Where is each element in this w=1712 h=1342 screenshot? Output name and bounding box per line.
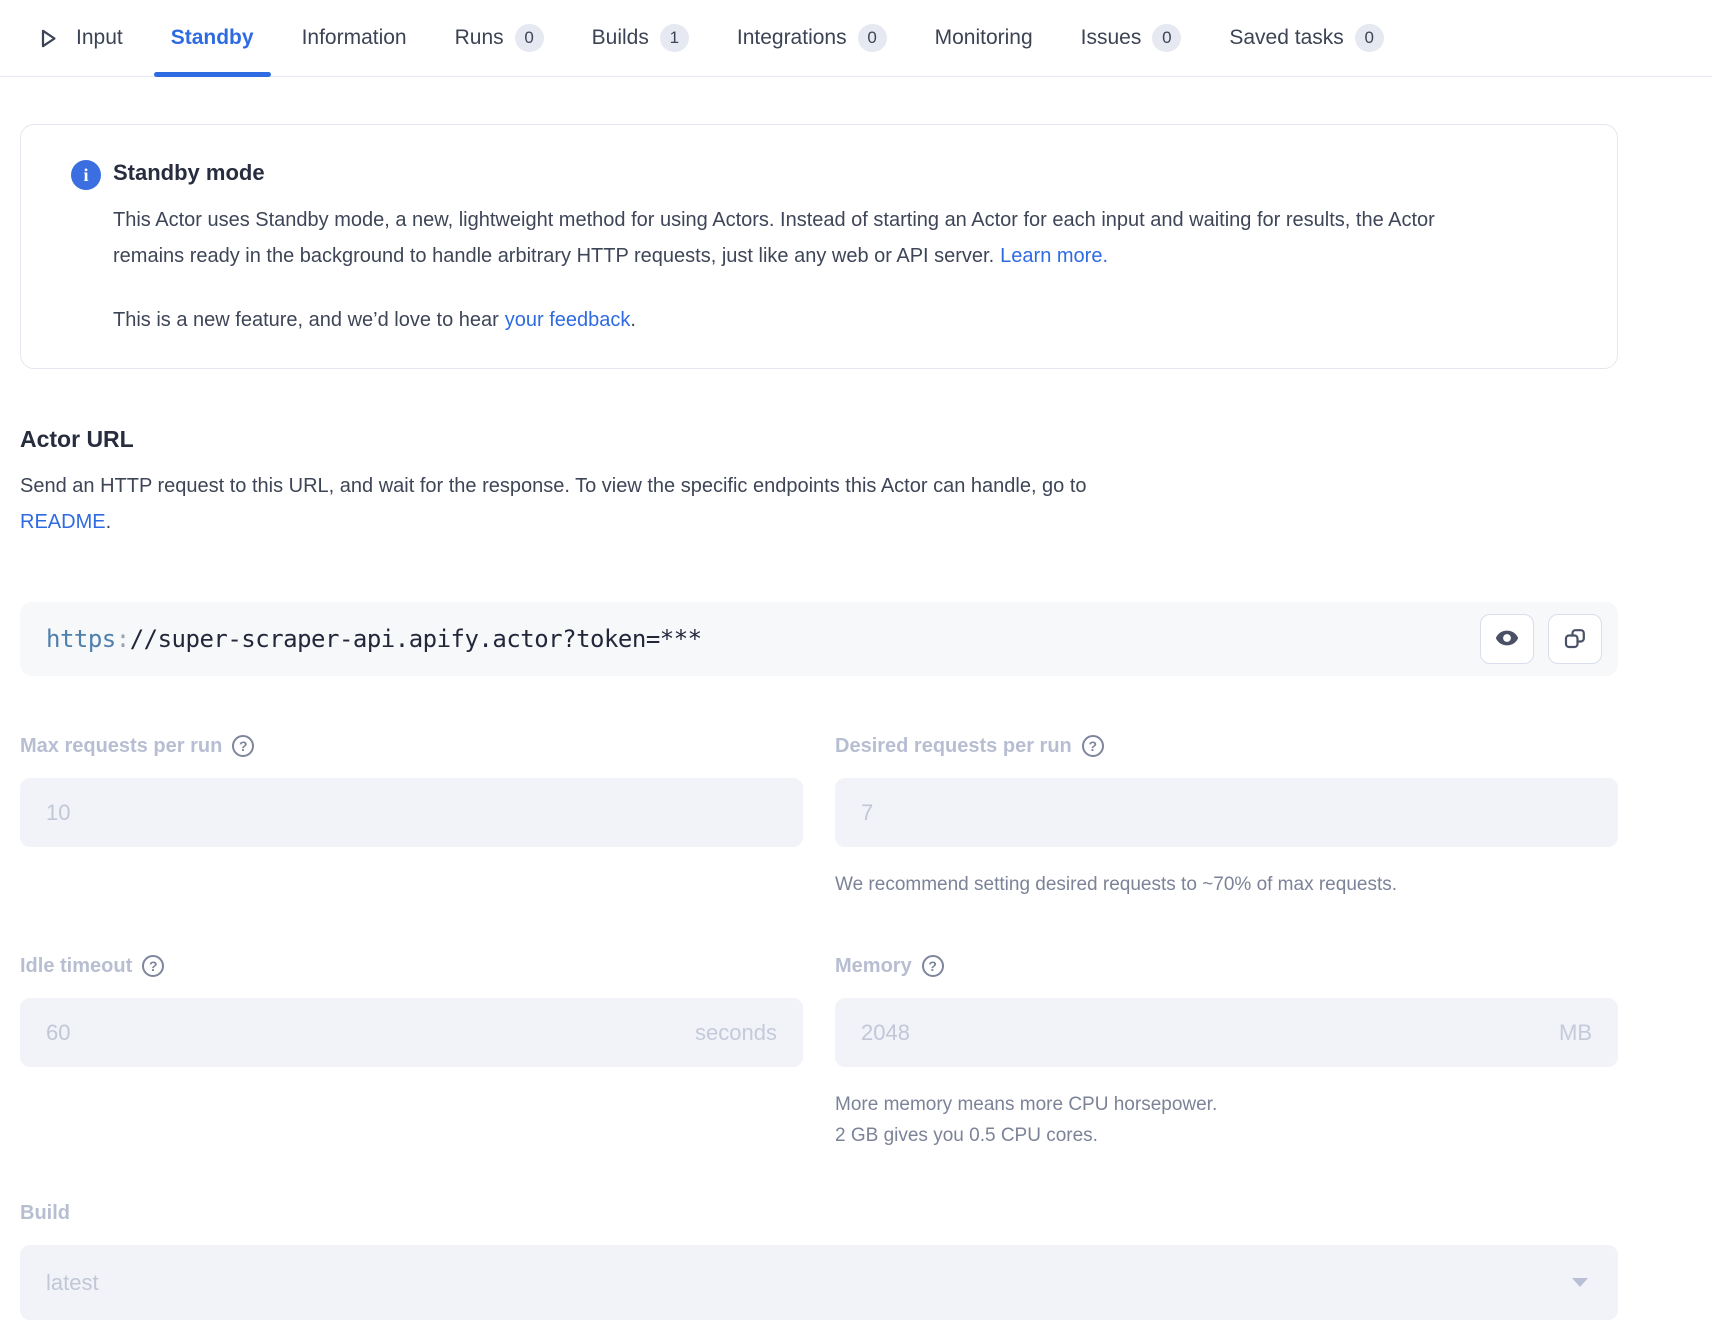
help-icon[interactable]: ? xyxy=(142,955,164,977)
max-requests-inputwrap xyxy=(20,778,803,847)
field-idle-timeout: Idle timeout ? seconds xyxy=(20,954,803,1151)
runs-count-badge: 0 xyxy=(515,24,544,52)
idle-timeout-input xyxy=(20,998,803,1067)
tab-issues[interactable]: Issues 0 xyxy=(1081,0,1182,76)
memory-help: More memory means more CPU horsepower. 2… xyxy=(835,1089,1618,1151)
tab-monitoring[interactable]: Monitoring xyxy=(935,0,1033,76)
feedback-link[interactable]: your feedback xyxy=(505,309,631,331)
max-requests-input xyxy=(20,778,803,847)
learn-more-link[interactable]: Learn more. xyxy=(1000,245,1108,267)
build-label: Build xyxy=(20,1201,70,1225)
tab-label-runs: Runs xyxy=(455,26,504,50)
notice-paragraph-2: This is a new feature, and we’d love to … xyxy=(113,302,1448,338)
tab-label-information: Information xyxy=(302,26,407,50)
readme-link[interactable]: README xyxy=(20,511,106,533)
form-row-1: Max requests per run ? Desired requests … xyxy=(20,734,1618,900)
desired-requests-input xyxy=(835,778,1618,847)
build-select: latest xyxy=(20,1245,1618,1320)
tab-label-builds: Builds xyxy=(592,26,649,50)
tab-label-input: Input xyxy=(76,26,123,50)
actor-url-description: Send an HTTP request to this URL, and wa… xyxy=(20,468,1500,540)
actor-url-description-suffix: . xyxy=(106,511,112,533)
tab-label-integrations: Integrations xyxy=(737,26,847,50)
memory-help-line-2: 2 GB gives you 0.5 CPU cores. xyxy=(835,1120,1618,1151)
integrations-count-badge: 0 xyxy=(858,24,887,52)
field-memory: Memory ? MB More memory means more CPU h… xyxy=(835,954,1618,1151)
standby-tab-content: i Standby mode This Actor uses Standby m… xyxy=(20,124,1618,1320)
url-rest: //super-scraper-api.apify.actor?token=**… xyxy=(130,625,702,653)
notice-title: Standby mode xyxy=(113,158,1557,188)
info-icon: i xyxy=(71,160,101,190)
idle-timeout-inputwrap: seconds xyxy=(20,998,803,1067)
chevron-down-icon xyxy=(1572,1278,1588,1287)
tab-input[interactable]: Input xyxy=(34,0,123,76)
actor-url-description-text: Send an HTTP request to this URL, and wa… xyxy=(20,475,1087,497)
notice-paragraph-2-suffix: . xyxy=(630,309,636,331)
field-desired-requests: Desired requests per run ? We recommend … xyxy=(835,734,1618,900)
url-separator: : xyxy=(116,625,130,653)
desired-requests-inputwrap xyxy=(835,778,1618,847)
memory-label: Memory xyxy=(835,954,912,978)
tab-builds[interactable]: Builds 1 xyxy=(592,0,689,76)
actor-url-value: https://super-scraper-api.apify.actor?to… xyxy=(46,625,1480,653)
tab-label-saved-tasks: Saved tasks xyxy=(1229,26,1343,50)
actor-url-bar: https://super-scraper-api.apify.actor?to… xyxy=(20,602,1618,676)
saved-tasks-count-badge: 0 xyxy=(1355,24,1384,52)
tab-label-standby: Standby xyxy=(171,26,254,50)
eye-icon xyxy=(1494,625,1520,654)
standby-mode-notice: i Standby mode This Actor uses Standby m… xyxy=(20,124,1618,369)
play-icon xyxy=(34,25,61,52)
max-requests-label: Max requests per run xyxy=(20,734,222,758)
actor-url-heading: Actor URL xyxy=(20,424,1618,454)
desired-requests-help: We recommend setting desired requests to… xyxy=(835,869,1618,900)
memory-inputwrap: MB xyxy=(835,998,1618,1067)
notice-paragraph-1: This Actor uses Standby mode, a new, lig… xyxy=(113,202,1448,274)
notice-paragraph-1-text: This Actor uses Standby mode, a new, lig… xyxy=(113,209,1435,267)
form-row-2: Idle timeout ? seconds Memory ? MB xyxy=(20,954,1618,1151)
tab-label-issues: Issues xyxy=(1081,26,1142,50)
copy-url-button[interactable] xyxy=(1548,614,1602,664)
field-build: Build latest xyxy=(20,1201,1618,1320)
max-requests-label-row: Max requests per run ? xyxy=(20,734,803,758)
desired-requests-label-row: Desired requests per run ? xyxy=(835,734,1618,758)
notice-paragraph-2-text: This is a new feature, and we’d love to … xyxy=(113,309,499,331)
tab-standby[interactable]: Standby xyxy=(171,0,254,76)
builds-count-badge: 1 xyxy=(660,24,689,52)
url-actions xyxy=(1480,614,1602,664)
memory-input xyxy=(835,998,1618,1067)
issues-count-badge: 0 xyxy=(1152,24,1181,52)
actor-standby-page: Input Standby Information Runs 0 Builds … xyxy=(0,0,1712,1342)
notice-body: Standby mode This Actor uses Standby mod… xyxy=(113,158,1557,338)
tab-saved-tasks[interactable]: Saved tasks 0 xyxy=(1229,0,1383,76)
tab-label-monitoring: Monitoring xyxy=(935,26,1033,50)
url-scheme: https xyxy=(46,625,116,653)
build-label-row: Build xyxy=(20,1201,1618,1225)
active-tab-underline xyxy=(154,72,271,77)
idle-timeout-label: Idle timeout xyxy=(20,954,132,978)
copy-icon xyxy=(1563,626,1587,653)
tab-runs[interactable]: Runs 0 xyxy=(455,0,544,76)
tabbar: Input Standby Information Runs 0 Builds … xyxy=(0,0,1712,77)
field-max-requests: Max requests per run ? xyxy=(20,734,803,900)
reveal-token-button[interactable] xyxy=(1480,614,1534,664)
tab-integrations[interactable]: Integrations 0 xyxy=(737,0,887,76)
build-select-value: latest xyxy=(46,1270,99,1296)
help-icon[interactable]: ? xyxy=(232,735,254,757)
tab-information[interactable]: Information xyxy=(302,0,407,76)
memory-label-row: Memory ? xyxy=(835,954,1618,978)
memory-help-line-1: More memory means more CPU horsepower. xyxy=(835,1089,1618,1120)
desired-requests-label: Desired requests per run xyxy=(835,734,1072,758)
idle-timeout-label-row: Idle timeout ? xyxy=(20,954,803,978)
help-icon[interactable]: ? xyxy=(922,955,944,977)
help-icon[interactable]: ? xyxy=(1082,735,1104,757)
